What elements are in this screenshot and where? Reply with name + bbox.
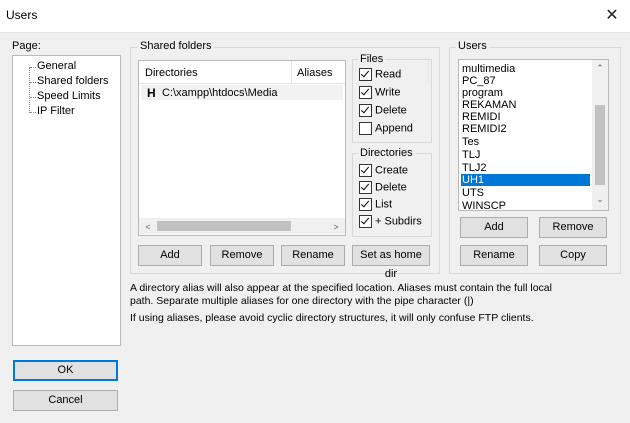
window-title: Users — [6, 8, 38, 22]
checkbox-read[interactable]: Read — [359, 68, 401, 83]
tree-item-ip-filter[interactable]: IP Filter — [37, 105, 75, 117]
list-item[interactable]: program — [461, 87, 590, 99]
checkbox-create[interactable]: Create — [359, 164, 408, 179]
remove-folder-button[interactable]: Remove — [210, 245, 274, 266]
checkbox-delete-dir-label: Delete — [375, 181, 407, 194]
alias-info-line3: If using aliases, please avoid cyclic di… — [130, 312, 534, 324]
rename-user-button[interactable]: Rename — [460, 245, 528, 266]
add-user-button[interactable]: Add — [460, 217, 528, 238]
column-header-aliases[interactable]: Aliases — [297, 67, 332, 79]
directory-path: C:\xampp\htdocs\Media — [162, 87, 278, 99]
checkbox-write-box[interactable] — [359, 86, 372, 99]
checkbox-delete-file-box[interactable] — [359, 104, 372, 117]
list-item-selected[interactable]: UH1 — [461, 174, 590, 186]
copy-user-button[interactable]: Copy — [539, 245, 607, 266]
checkbox-append-box[interactable] — [359, 122, 372, 135]
users-label: Users — [456, 40, 489, 52]
list-item[interactable]: multimedia — [461, 63, 590, 75]
list-item[interactable]: UTS — [461, 187, 590, 199]
remove-user-button[interactable]: Remove — [539, 217, 607, 238]
add-folder-button[interactable]: Add — [138, 245, 202, 266]
tree-item-general[interactable]: General — [37, 60, 76, 72]
directories-list[interactable]: Directories Aliases H C:\xampp\htdocs\Me… — [138, 60, 429, 236]
close-icon[interactable]: ✕ — [600, 4, 624, 28]
tree-line — [29, 67, 30, 113]
checkbox-delete-dir[interactable]: Delete — [359, 181, 407, 196]
title-bar — [0, 0, 630, 33]
checkbox-create-label: Create — [375, 164, 409, 177]
checkbox-read-box[interactable] — [359, 68, 372, 81]
checkbox-delete-file[interactable]: Delete — [359, 104, 407, 119]
checkbox-write[interactable]: Write — [359, 86, 400, 101]
shared-folders-label: Shared folders — [138, 40, 214, 52]
scroll-right-icon[interactable]: > — [329, 222, 343, 232]
checkbox-list-box[interactable] — [359, 198, 372, 211]
tree-branch — [30, 97, 36, 98]
list-item[interactable]: Tes — [461, 136, 590, 148]
list-item[interactable]: TLJ2 — [461, 162, 590, 174]
tree-branch — [30, 82, 36, 83]
list-item[interactable]: REMIDI2 — [461, 123, 590, 135]
scrollbar-thumb[interactable] — [595, 105, 605, 185]
column-divider — [291, 61, 292, 83]
checkbox-subdirs[interactable]: + Subdirs — [359, 215, 422, 230]
users-list[interactable]: multimedia PC_87 program REKAMAN REMIDI … — [458, 59, 609, 211]
directories-label: Directories — [358, 147, 415, 159]
checkbox-subdirs-label: + Subdirs — [375, 215, 422, 228]
set-home-dir-button[interactable]: Set as home dir — [352, 245, 430, 280]
scroll-up-icon[interactable]: ⌃ — [593, 63, 607, 74]
list-item[interactable]: REMIDI — [461, 111, 590, 123]
checkbox-write-label: Write — [375, 86, 401, 99]
list-item[interactable]: WINSCP — [461, 200, 590, 210]
alias-info-line2: path. Separate multiple aliases for one … — [130, 295, 474, 307]
list-item[interactable]: REKAMAN — [461, 99, 590, 111]
files-label: Files — [358, 53, 386, 65]
list-item[interactable]: TLJ — [461, 149, 590, 161]
table-row[interactable]: H C:\xampp\htdocs\Media — [141, 85, 343, 100]
tree-branch — [30, 67, 36, 68]
cancel-button[interactable]: Cancel — [13, 390, 118, 411]
scroll-left-icon[interactable]: < — [141, 222, 155, 232]
scrollbar-thumb[interactable] — [157, 221, 291, 231]
column-header-directories[interactable]: Directories — [145, 67, 198, 79]
scroll-down-icon[interactable]: ⌄ — [593, 194, 607, 205]
home-dir-marker: H — [147, 86, 156, 100]
checkbox-append[interactable]: Append — [359, 122, 413, 137]
tree-item-shared-folders[interactable]: Shared folders — [37, 75, 109, 87]
checkbox-delete-file-label: Delete — [375, 104, 407, 117]
checkbox-create-box[interactable] — [359, 164, 372, 177]
checkbox-append-label: Append — [375, 122, 413, 135]
ok-button[interactable]: OK — [13, 360, 118, 381]
rename-folder-button[interactable]: Rename — [281, 245, 345, 266]
checkbox-list[interactable]: List — [359, 198, 392, 213]
list-item[interactable]: PC_87 — [461, 75, 590, 87]
checkbox-list-label: List — [375, 198, 393, 211]
checkbox-read-label: Read — [375, 68, 402, 81]
page-group-label: Page: — [12, 40, 41, 52]
tree-branch — [30, 112, 36, 113]
checkbox-delete-dir-box[interactable] — [359, 181, 372, 194]
page-tree[interactable]: General Shared folders Speed Limits IP F… — [12, 55, 121, 346]
tree-item-speed-limits[interactable]: Speed Limits — [37, 90, 101, 102]
alias-info-line1: A directory alias will also appear at th… — [130, 282, 552, 294]
checkbox-subdirs-box[interactable] — [359, 215, 372, 228]
